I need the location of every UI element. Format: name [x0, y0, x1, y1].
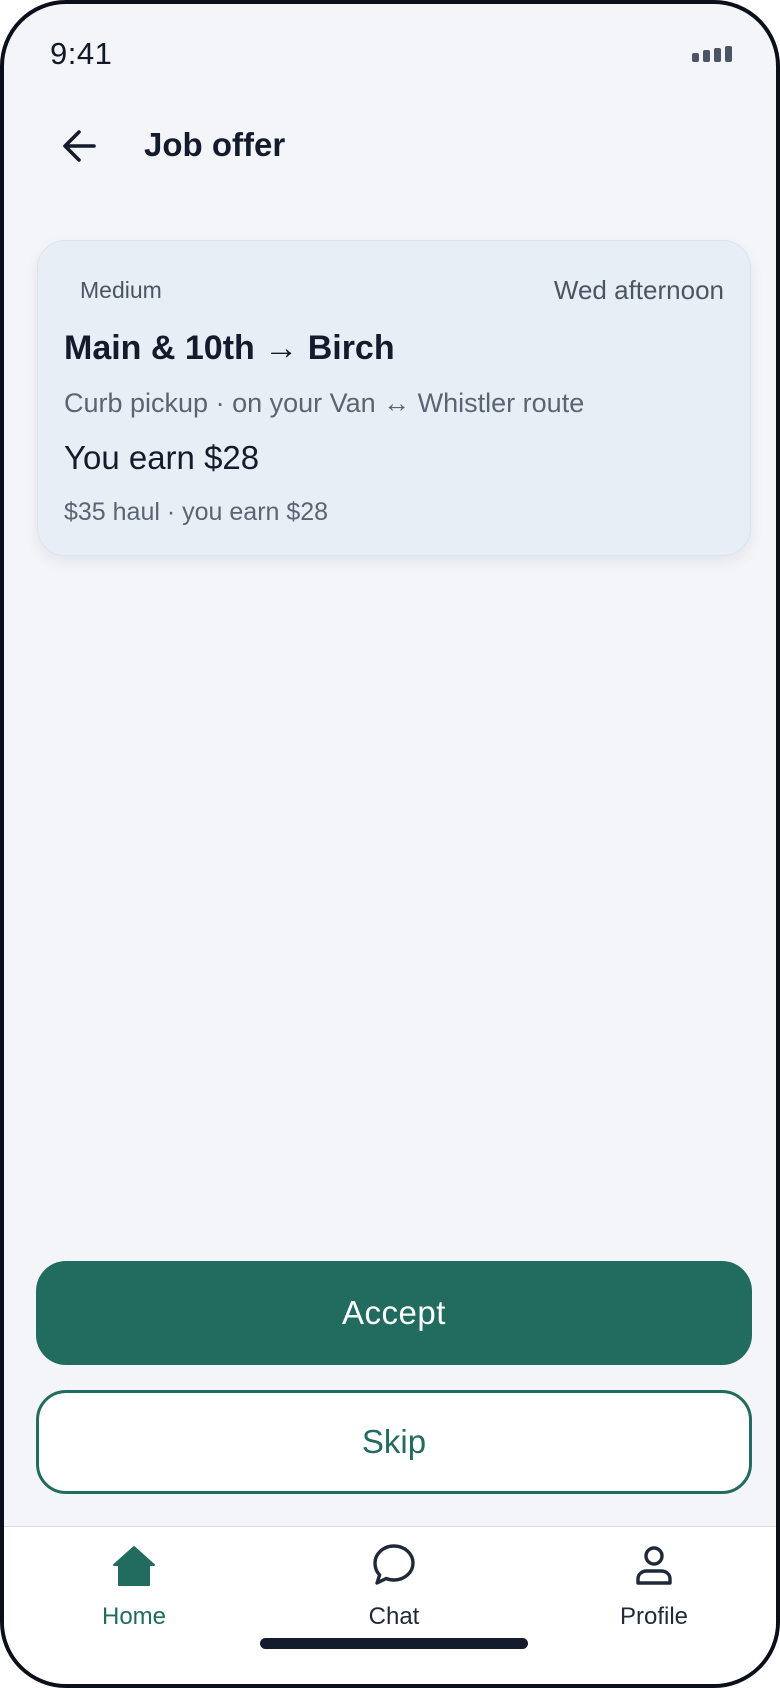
page-title: Job offer: [144, 126, 286, 163]
tab-home[interactable]: Home: [54, 1541, 214, 1651]
arrow-left-icon: [63, 130, 96, 162]
size-badge: Medium: [80, 277, 162, 303]
tab-bar: Home Chat Profile: [4, 1526, 776, 1684]
earnings-breakdown: $35 haul · you earn $28: [64, 498, 329, 526]
route-title: Main & 10th → Birch: [64, 329, 395, 367]
user-icon: [630, 1541, 678, 1589]
job-description: Curb pickup · on your Van ↔ Whistler rou…: [64, 388, 585, 418]
earnings-text: You earn $28: [64, 439, 260, 476]
chat-bubble-icon: [370, 1541, 418, 1589]
tab-profile[interactable]: Profile: [574, 1541, 734, 1651]
skip-button[interactable]: Skip: [36, 1390, 752, 1494]
back-button[interactable]: [56, 122, 104, 170]
tab-chat-label: Chat: [368, 1603, 420, 1630]
tab-chat[interactable]: Chat: [314, 1541, 474, 1651]
home-indicator[interactable]: [260, 1638, 528, 1649]
phone-screen: 9:41 Job offer Medium Wed afternoon Main…: [0, 0, 780, 1688]
home-icon: [110, 1541, 158, 1589]
job-offer-card: Medium Wed afternoon Main & 10th → Birch…: [37, 240, 751, 556]
signal-bars-icon: [692, 46, 732, 62]
status-bar: 9:41: [4, 4, 776, 104]
tab-profile-label: Profile: [619, 1603, 689, 1630]
status-time: 9:41: [50, 36, 113, 71]
header: Job offer: [4, 114, 776, 178]
accept-button[interactable]: Accept: [36, 1261, 752, 1365]
time-window: Wed afternoon: [553, 275, 724, 305]
tab-home-label: Home: [101, 1603, 167, 1630]
